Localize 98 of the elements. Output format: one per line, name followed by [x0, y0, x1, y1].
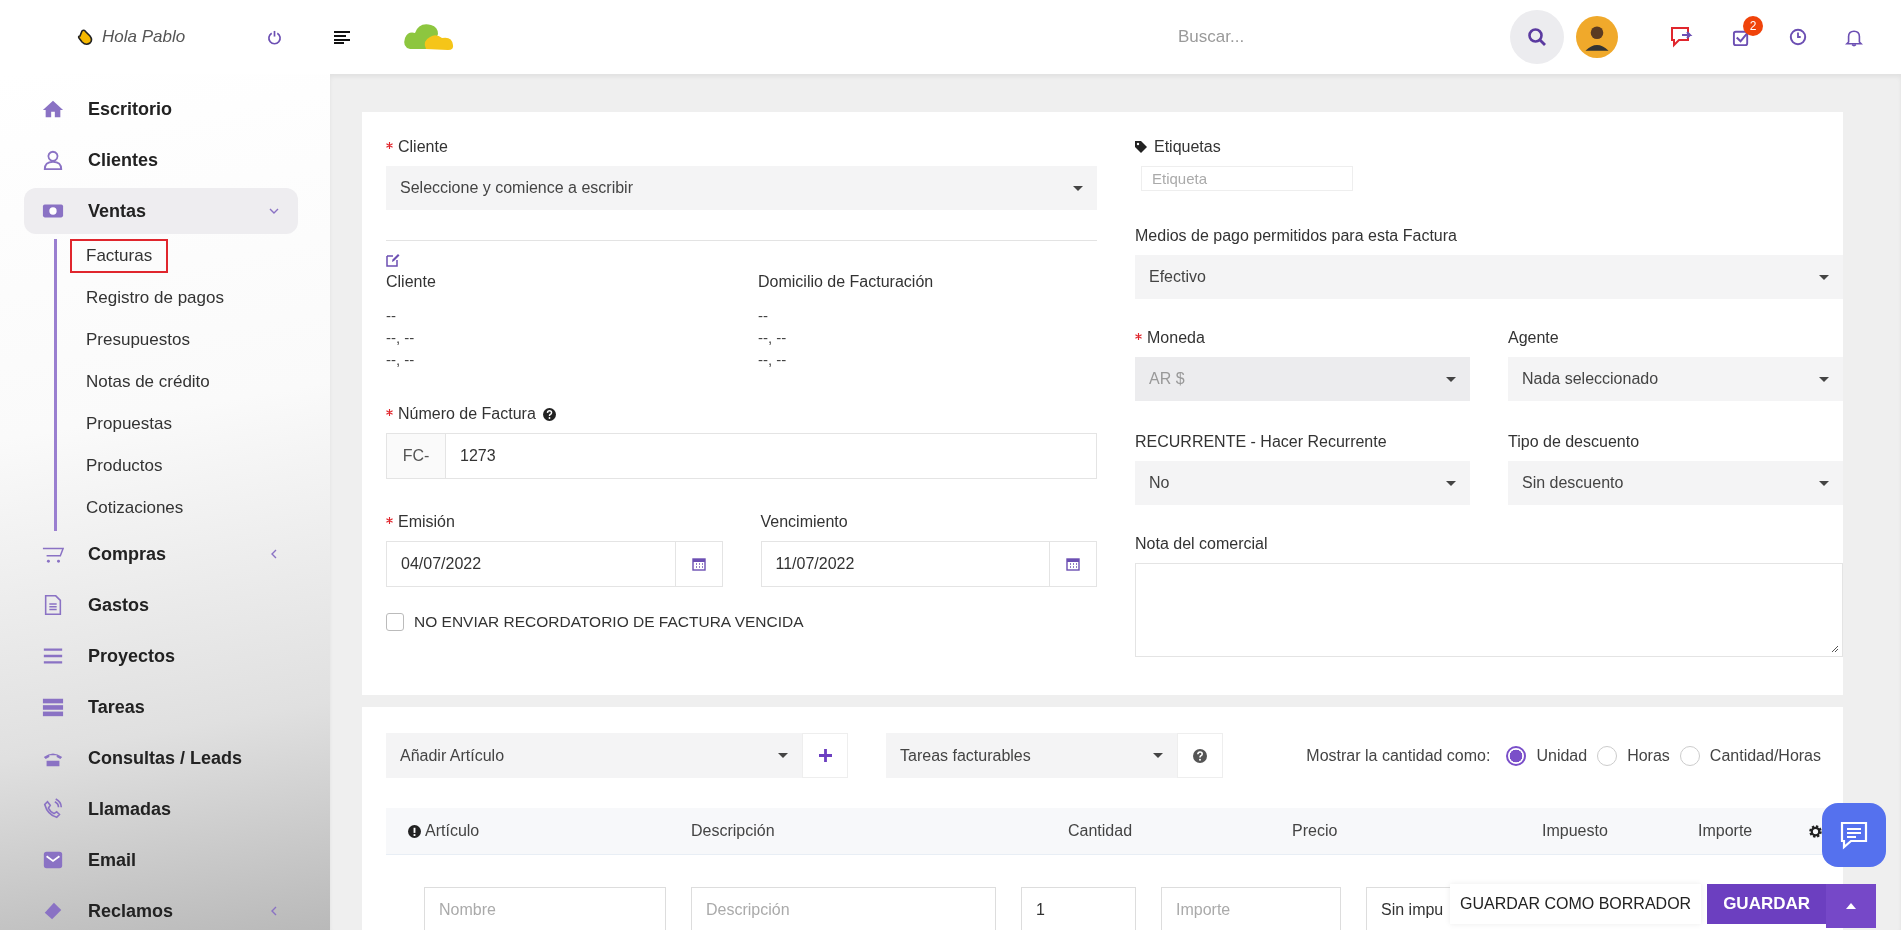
resize-grip-icon[interactable] [1831, 645, 1839, 653]
submenu-item[interactable]: Productos [70, 445, 179, 487]
chat-button[interactable] [1822, 803, 1886, 867]
caret-icon [1846, 903, 1856, 909]
details-line: --, -- [758, 328, 788, 348]
field-label: Agente [1508, 329, 1559, 347]
details-line: -- [758, 306, 769, 326]
column-header: Precio [1292, 822, 1338, 840]
details-line: -- [386, 306, 397, 326]
quantity-label: Mostrar la cantidad como: [1306, 746, 1491, 765]
field-label: Emisión [398, 513, 455, 531]
field-label: Etiquetas [1154, 138, 1221, 156]
radio-label: Horas [1627, 746, 1670, 765]
field-label: Tipo de descuento [1508, 433, 1640, 451]
tag-field[interactable]: Etiqueta [1141, 166, 1353, 191]
call-icon [42, 798, 64, 820]
plus-icon [818, 749, 832, 762]
chat-share-icon[interactable] [1670, 26, 1694, 48]
name-field[interactable]: Nombre [424, 887, 666, 930]
field-label: RECURRENTE - Hacer Recurrente [1135, 433, 1387, 451]
dropdown[interactable]: Sin descuento [1508, 461, 1843, 505]
column-header: Impuesto [1542, 822, 1608, 840]
field-label: Medios de pago permitidos para esta Factura [1135, 227, 1457, 245]
billable-tasks-select[interactable]: Tareas facturables [886, 733, 1177, 778]
radio-label: Unidad [1536, 746, 1588, 765]
bars-icon [42, 645, 64, 667]
submenu-item[interactable]: Facturas [70, 239, 169, 273]
field-label: Número de Factura [398, 405, 536, 423]
edit-icon[interactable] [386, 253, 400, 267]
search-icon [1527, 27, 1547, 47]
client-select[interactable]: Seleccione y comience a escribir [386, 166, 1097, 210]
user-icon [42, 149, 64, 171]
submenu-item[interactable]: Propuestas [70, 403, 188, 445]
tag-icon [1135, 141, 1147, 153]
sidebar-item[interactable]: Consultas / Leads [24, 735, 298, 781]
doc-icon [42, 594, 64, 616]
column-header: Artículo [425, 822, 480, 840]
avatar-icon[interactable] [1576, 16, 1618, 58]
details-heading: Domicilio de Facturación [758, 273, 935, 291]
sidebar-item[interactable]: Gastos [24, 582, 298, 628]
settings-icon[interactable] [1808, 823, 1823, 839]
required-icon [386, 516, 393, 524]
submenu-item[interactable]: Notas de crédito [70, 361, 226, 403]
sidebar-item[interactable]: Llamadas [24, 786, 298, 832]
checkbox-label: NO ENVIAR RECORDATORIO DE FACTURA VENCIDA [414, 613, 804, 631]
menu-icon[interactable] [334, 30, 350, 44]
save-button[interactable]: GUARDAR [1707, 884, 1826, 924]
details-heading: Cliente [386, 273, 437, 291]
dropdown[interactable]: No [1135, 461, 1470, 505]
chat-icon [1839, 820, 1869, 850]
field-label: Vencimiento [760, 513, 848, 531]
radio-button[interactable] [1506, 745, 1527, 766]
sidebar-item[interactable]: Proyectos [24, 633, 298, 679]
required-icon [1135, 332, 1142, 340]
mail-icon [42, 849, 64, 871]
save-draft-button[interactable]: GUARDAR COMO BORRADOR [1450, 884, 1702, 924]
details-line: --, -- [758, 350, 788, 370]
sidebar-item[interactable]: Compras [24, 531, 298, 577]
add-item-select[interactable]: Añadir Artículo [386, 733, 802, 778]
search-button[interactable] [1510, 10, 1564, 64]
add-button[interactable] [802, 733, 848, 778]
column-header: Descripción [691, 822, 775, 840]
details-line: --, -- [386, 350, 416, 370]
submenu-item[interactable]: Presupuestos [70, 319, 206, 361]
field-label: Nota del comercial [1135, 535, 1268, 553]
sidebar-item[interactable]: Tareas [24, 684, 298, 730]
submenu-item[interactable]: Registro de pagos [70, 277, 240, 319]
help-icon [1193, 748, 1207, 763]
price-field[interactable]: Importe [1161, 887, 1341, 930]
clock-icon[interactable] [1789, 28, 1807, 46]
invoice-number-field[interactable]: FC- 1273 [386, 433, 1097, 479]
tasks-icon [42, 696, 64, 718]
notification-badge: 2 [1743, 15, 1763, 36]
greeting: Hola Pablo [102, 27, 186, 47]
column-header: Importe [1698, 822, 1753, 840]
sidebar-item[interactable]: Email [24, 837, 298, 883]
submenu-item[interactable]: Cotizaciones [70, 487, 200, 529]
dropdown[interactable]: Nada seleccionado [1508, 357, 1843, 401]
search-field[interactable]: Buscar... [1176, 26, 1510, 48]
power-icon[interactable] [267, 29, 283, 45]
bell-icon[interactable] [1845, 27, 1863, 47]
sidebar-item[interactable]: Reclamos [24, 888, 298, 930]
help-button[interactable] [1177, 733, 1223, 778]
sidebar-item[interactable]: Escritorio [24, 86, 298, 132]
sidebar-item[interactable]: Clientes [24, 137, 298, 183]
description-field[interactable]: Descripción [691, 887, 996, 930]
alert-icon [408, 824, 421, 838]
checkbox[interactable] [386, 613, 404, 631]
sidebar-item[interactable]: Ventas [24, 188, 298, 234]
help-icon[interactable] [542, 407, 556, 421]
field-label: Cliente [398, 138, 448, 156]
radio-label: Cantidad/Horas [1709, 746, 1821, 765]
field-label: Moneda [1147, 329, 1205, 347]
column-header: Cantidad [1068, 822, 1133, 840]
home-icon [42, 98, 64, 120]
payment-select[interactable]: Efectivo [1135, 255, 1843, 299]
quantity-field[interactable]: 1 [1021, 887, 1136, 930]
details-line: --, -- [386, 328, 416, 348]
